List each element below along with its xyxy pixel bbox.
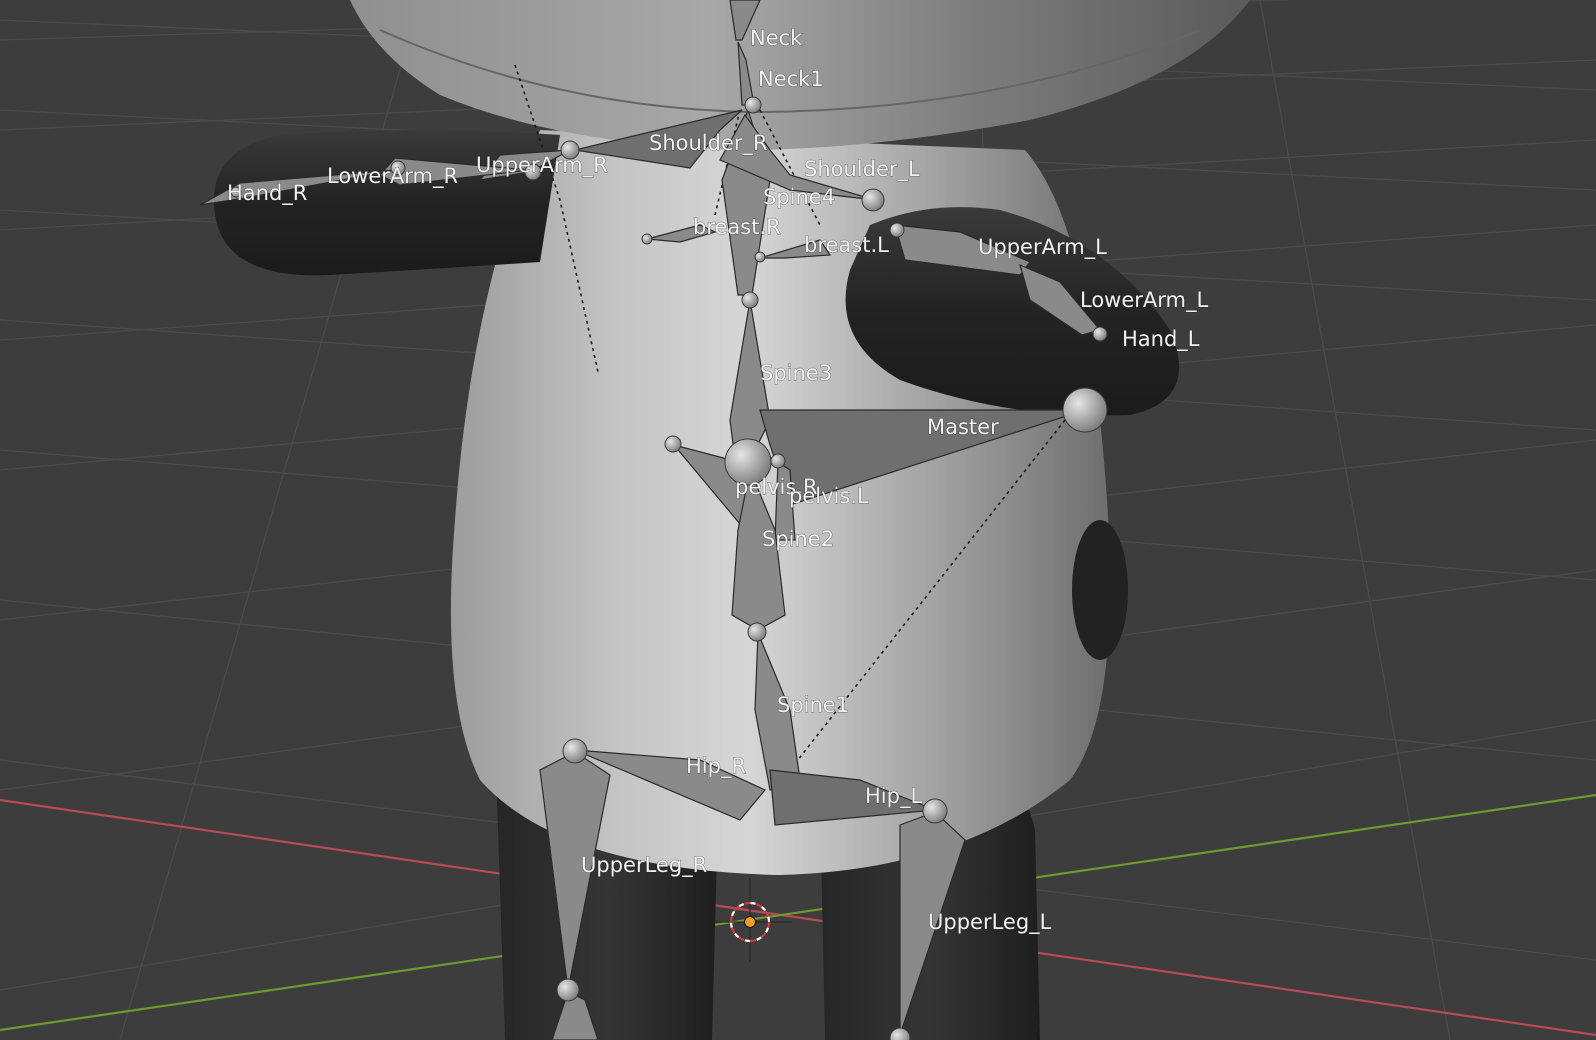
joint-hip-r-tail[interactable]: [562, 738, 588, 764]
label-shoulder-r: Shoulder_R: [649, 131, 768, 156]
joint-hand-l-head[interactable]: [1092, 326, 1108, 342]
label-neck1: Neck1: [758, 67, 824, 91]
label-pelvis-l: pelvis.L: [789, 484, 869, 508]
joint-upperleg-r-tail[interactable]: [556, 978, 580, 1002]
label-spine4: Spine4: [763, 185, 835, 209]
label-master: Master: [927, 415, 999, 439]
label-hip-l: Hip_L: [865, 784, 922, 809]
label-lowerarm-r: LowerArm_R: [327, 164, 458, 189]
3d-viewport[interactable]: Neck Neck1 Shoulder_R UpperArm_R LowerAr…: [0, 0, 1596, 1040]
joint-spine2-head[interactable]: [747, 622, 767, 642]
label-upperarm-l: UpperArm_L: [978, 235, 1107, 260]
joint-master-tail[interactable]: [1062, 387, 1108, 433]
viewport-canvas[interactable]: Neck Neck1 Shoulder_R UpperArm_R LowerAr…: [0, 0, 1596, 1040]
belly-side-mesh: [1072, 520, 1128, 660]
joint-neck1-tail[interactable]: [744, 96, 762, 114]
label-hand-r: Hand_R: [227, 181, 307, 206]
label-spine3: Spine3: [760, 361, 832, 385]
label-hand-l: Hand_L: [1122, 327, 1200, 352]
joint-breast-l-head[interactable]: [754, 251, 766, 263]
label-lowerarm-l: LowerArm_L: [1080, 288, 1208, 313]
label-breast-r: breast.R: [693, 215, 781, 239]
joint-hip-l-tail[interactable]: [922, 798, 948, 824]
joint-pelvis-l-tail[interactable]: [770, 453, 786, 469]
label-neck: Neck: [750, 26, 803, 50]
label-breast-l: breast.L: [804, 233, 889, 257]
joint-spine4-head[interactable]: [741, 291, 759, 309]
label-hip-r: Hip_R: [686, 754, 746, 779]
label-shoulder-l: Shoulder_L: [804, 157, 920, 182]
label-spine2: Spine2: [762, 527, 834, 551]
joint-pelvis-r-tail[interactable]: [664, 435, 682, 453]
label-upperarm-r: UpperArm_R: [476, 153, 608, 178]
joint-upperarm-l-head[interactable]: [889, 222, 905, 238]
joint-breast-r-tail[interactable]: [641, 233, 653, 245]
joint-shoulder-l-tail[interactable]: [861, 188, 885, 212]
label-upperleg-r: UpperLeg_R: [581, 853, 707, 878]
object-origin-icon: [744, 916, 756, 928]
label-spine1: Spine1: [777, 693, 849, 717]
label-upperleg-l: UpperLeg_L: [928, 910, 1052, 935]
